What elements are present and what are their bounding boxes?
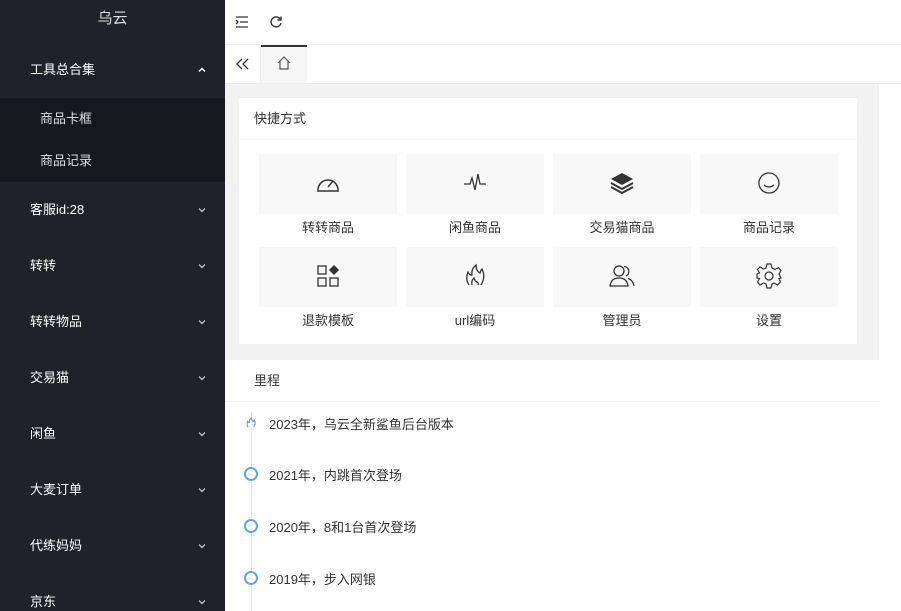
- chevron-down-icon: [195, 427, 209, 441]
- shortcut-label: 设置: [755, 313, 782, 328]
- apps-icon: [313, 261, 343, 294]
- menu-label: 交易猫: [30, 370, 70, 385]
- timeline-title: 里程: [225, 360, 879, 402]
- shortcut-admin[interactable]: 管理员: [553, 247, 691, 335]
- menu-label: 客服id:28: [30, 202, 85, 217]
- submenu-tools: 商品卡框 商品记录: [0, 98, 225, 182]
- menu-label: 闲鱼: [30, 426, 57, 441]
- chevron-down-icon: [195, 539, 209, 553]
- timeline-text: 2020年，8和1台首次登场: [269, 519, 417, 535]
- timeline-item: 2021年，内跳首次登场: [243, 463, 402, 485]
- shortcut-settings[interactable]: 设置: [700, 247, 838, 335]
- chevron-up-icon: [195, 63, 209, 77]
- users-icon: [607, 261, 637, 294]
- fire-icon: [460, 261, 490, 294]
- circle-icon: [243, 570, 259, 586]
- shortcut-xianyu[interactable]: 闲鱼商品: [406, 154, 544, 242]
- timeline-item: 2019年，步入网银: [243, 567, 376, 589]
- chevron-down-icon: [195, 483, 209, 497]
- menu-title-kefu[interactable]: 客服id:28: [0, 182, 225, 238]
- chevron-down-icon: [195, 259, 209, 273]
- shortcut-label: 商品记录: [742, 220, 795, 235]
- tab-bar: [225, 45, 901, 84]
- timeline-text: 2023年，乌云全新鲨鱼后台版本: [269, 416, 454, 432]
- chevron-down-icon: [195, 315, 209, 329]
- submenu-item-card[interactable]: 商品卡框: [0, 98, 225, 140]
- shortcut-label: 退款模板: [301, 313, 354, 328]
- main-content: 快捷方式 转转商品 闲鱼商品 交易猫商品 商品记录 退款模板 url编码 管理员…: [225, 84, 879, 611]
- chevron-down-icon: [195, 595, 209, 609]
- shortcut-refund[interactable]: 退款模板: [259, 247, 397, 335]
- menu-label: 京东: [30, 594, 57, 609]
- pulse-icon: [460, 168, 490, 201]
- shortcuts-card: 快捷方式 转转商品 闲鱼商品 交易猫商品 商品记录 退款模板 url编码 管理员…: [239, 98, 857, 344]
- shortcut-label: 闲鱼商品: [448, 220, 501, 235]
- shortcuts-title: 快捷方式: [239, 98, 857, 140]
- timeline-text: 2019年，步入网银: [269, 571, 376, 587]
- shortcut-urlencode[interactable]: url编码: [406, 247, 544, 335]
- menu-title-damai[interactable]: 大麦订单: [0, 462, 225, 518]
- timeline-item: 2020年，8和1台首次登场: [243, 515, 416, 537]
- home-icon: [276, 55, 292, 74]
- menu-title-jd[interactable]: 京东: [0, 574, 225, 611]
- refresh-icon[interactable]: [259, 0, 293, 45]
- shortcut-label: 交易猫商品: [589, 220, 655, 235]
- circle-icon: [243, 518, 259, 534]
- menu-title-dailian[interactable]: 代练妈妈: [0, 518, 225, 574]
- tab-home[interactable]: [261, 45, 307, 83]
- main-right-area: [879, 84, 901, 611]
- menu-title-zhuanzhuan-items[interactable]: 转转物品: [0, 294, 225, 350]
- shortcut-zhuanzhuan[interactable]: 转转商品: [259, 154, 397, 242]
- menu-label: 转转: [30, 258, 57, 273]
- shortcut-label: url编码: [454, 313, 496, 328]
- shortcut-label: 转转商品: [301, 220, 354, 235]
- fold-menu-icon[interactable]: [225, 0, 259, 45]
- top-header: [225, 0, 901, 45]
- fire-icon: [243, 415, 259, 431]
- smile-icon: [754, 168, 784, 201]
- chevron-down-icon: [195, 203, 209, 217]
- app-logo: 乌云: [97, 10, 128, 27]
- layers-icon: [607, 168, 637, 201]
- gear-icon: [754, 261, 784, 294]
- menu-title-tools[interactable]: 工具总合集: [0, 42, 225, 98]
- menu-title-jiaoyimao[interactable]: 交易猫: [0, 350, 225, 406]
- menu-title-zhuanzhuan[interactable]: 转转: [0, 238, 225, 294]
- sidebar: 乌云 工具总合集 商品卡框 商品记录 客服id:28 转转 转转物品 交易猫 闲…: [0, 0, 225, 611]
- menu-label: 工具总合集: [30, 62, 96, 77]
- shortcut-label: 管理员: [602, 313, 642, 328]
- double-left-icon[interactable]: [225, 45, 261, 83]
- submenu-item-records[interactable]: 商品记录: [0, 140, 225, 182]
- timeline-item: 2023年，乌云全新鲨鱼后台版本: [243, 412, 454, 434]
- menu-label: 转转物品: [30, 314, 83, 329]
- timeline-text: 2021年，内跳首次登场: [269, 467, 402, 483]
- circle-icon: [243, 466, 259, 482]
- shortcut-records[interactable]: 商品记录: [700, 154, 838, 242]
- timeline-card: 里程 2023年，乌云全新鲨鱼后台版本 2021年，内跳首次登场 2020年，8…: [225, 360, 879, 611]
- chevron-down-icon: [195, 371, 209, 385]
- shortcut-jiaoyimao[interactable]: 交易猫商品: [553, 154, 691, 242]
- menu-label: 大麦订单: [30, 482, 83, 497]
- menu-group-tools: 工具总合集 商品卡框 商品记录: [0, 42, 225, 182]
- menu-title-xianyu[interactable]: 闲鱼: [0, 406, 225, 462]
- dashboard-icon: [313, 168, 343, 201]
- menu-label: 代练妈妈: [30, 538, 83, 553]
